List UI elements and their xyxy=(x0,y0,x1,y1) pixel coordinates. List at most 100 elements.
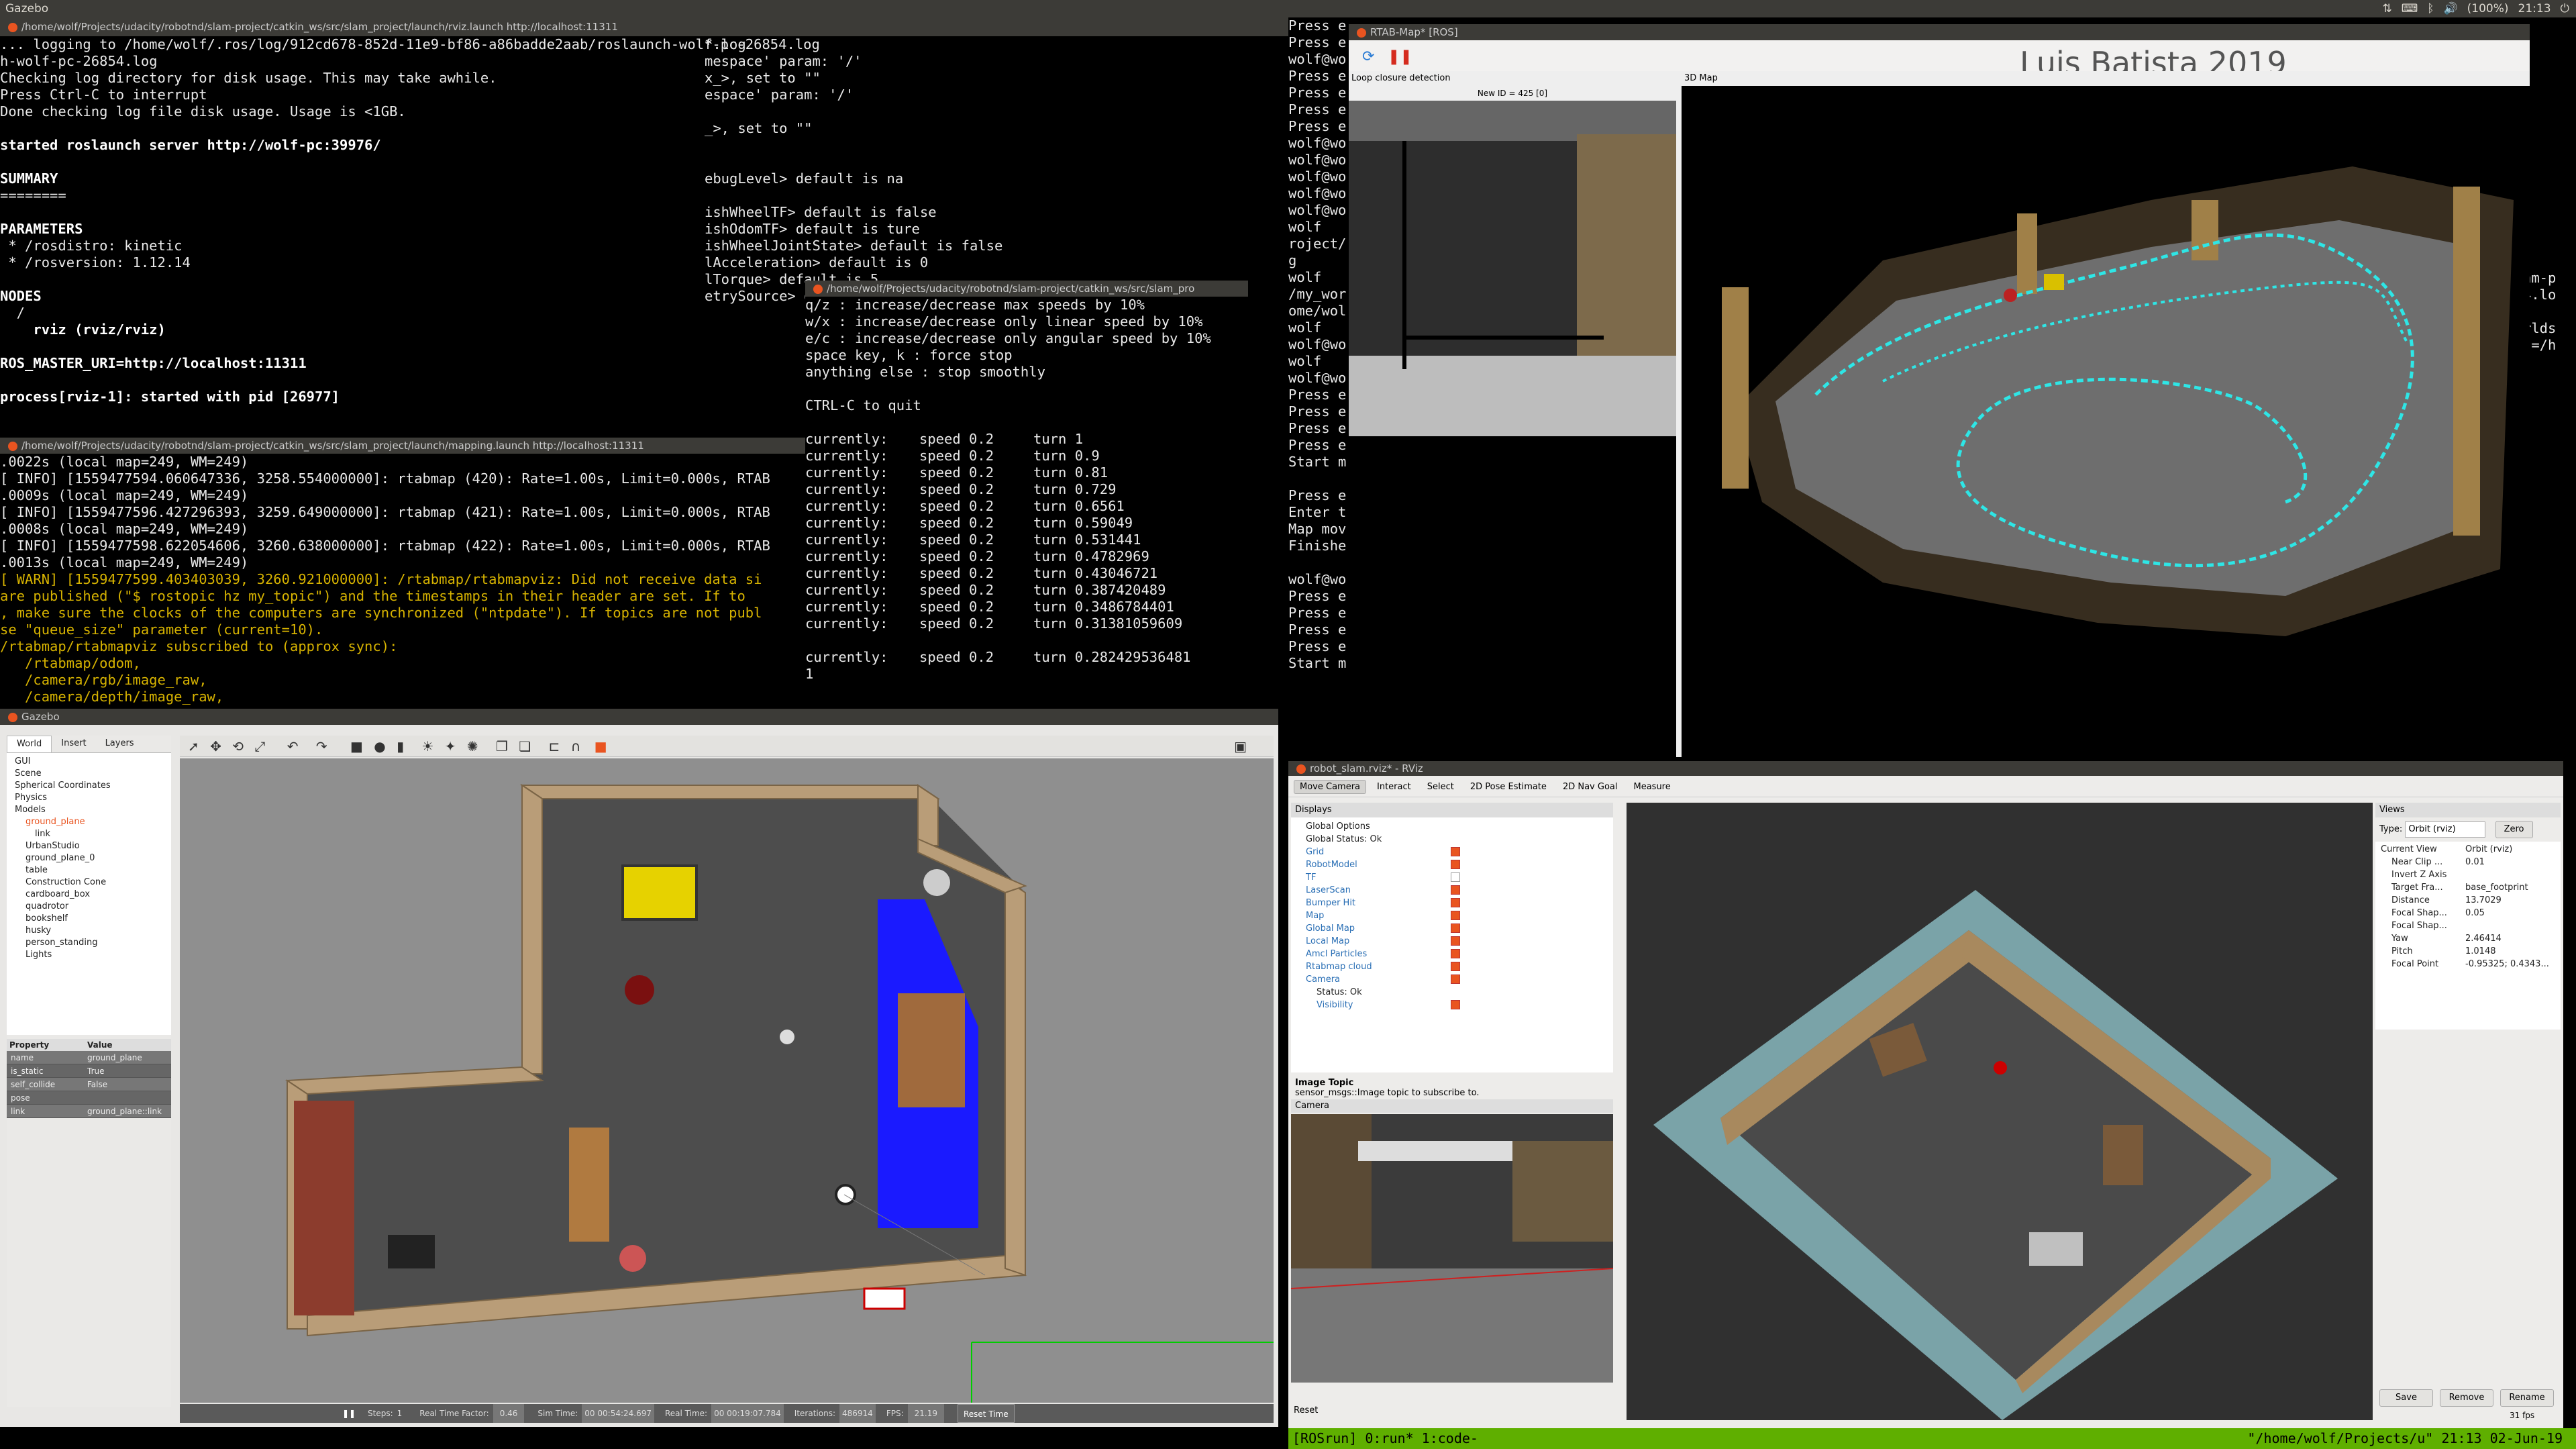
tree-item[interactable]: Construction Cone xyxy=(11,877,167,889)
close-icon[interactable] xyxy=(8,712,17,722)
display-checkbox[interactable] xyxy=(1451,962,1460,971)
terminal-2-titlebar[interactable]: /home/wolf/Projects/udacity/robotnd/slam… xyxy=(0,438,805,454)
displays-tree[interactable]: Global Options Global Status: Ok Grid Robot… xyxy=(1291,817,1613,1072)
reset-button[interactable]: Reset xyxy=(1291,1403,1358,1419)
spot-light-icon[interactable]: ✺ xyxy=(467,738,478,754)
view-property-row[interactable]: Current View Orbit (rviz) xyxy=(2378,843,2558,856)
tab-world[interactable]: World xyxy=(7,736,52,752)
close-icon[interactable] xyxy=(813,284,823,294)
view-property-row[interactable]: Yaw 2.46414 xyxy=(2378,932,2558,945)
views-tree[interactable]: Current View Orbit (rviz) Near Clip ... 0.0… xyxy=(2375,842,2561,1030)
scale-tool-icon[interactable]: ⤢ xyxy=(254,738,265,754)
teleop-terminal[interactable]: q/z : increase/decrease max speeds by 10… xyxy=(805,297,1248,707)
teleop-titlebar[interactable]: /home/wolf/Projects/udacity/robotnd/slam… xyxy=(805,281,1248,297)
zero-button[interactable]: Zero xyxy=(2495,821,2533,838)
snap-icon[interactable]: ∩ xyxy=(571,738,581,754)
bluetooth-icon[interactable]: ᛒ xyxy=(2427,0,2434,17)
tree-item[interactable]: Scene xyxy=(11,768,167,780)
property-row[interactable]: name ground_plane xyxy=(7,1051,171,1064)
pause-icon[interactable]: ❚❚ xyxy=(1388,48,1412,65)
construction-cone[interactable] xyxy=(619,1245,646,1272)
display-checkbox[interactable] xyxy=(1451,911,1460,920)
copy-icon[interactable]: ❐ xyxy=(496,738,508,754)
tool-measure[interactable]: Measure xyxy=(1628,781,1676,793)
tree-item[interactable]: Spherical Coordinates xyxy=(11,780,167,792)
align-icon[interactable]: ⊏ xyxy=(549,738,560,754)
display-item[interactable]: Map xyxy=(1296,909,1608,922)
view-property-row[interactable]: Invert Z Axis xyxy=(2378,868,2558,881)
pause-icon[interactable]: ❚❚ xyxy=(342,1404,356,1423)
tree-item[interactable]: Lights xyxy=(11,949,167,961)
rviz-3d-view[interactable] xyxy=(1627,803,2373,1420)
property-row[interactable]: self_collide False xyxy=(7,1078,171,1091)
view-property-row[interactable]: Distance 13.7029 xyxy=(2378,894,2558,907)
terminal-2[interactable]: .0022s (local map=249, WM=249)[ INFO] [1… xyxy=(0,454,805,707)
close-icon[interactable] xyxy=(1296,764,1306,774)
clock[interactable]: 21:13 xyxy=(2518,0,2551,17)
view-property-row[interactable]: Pitch 1.0148 xyxy=(2378,945,2558,958)
rtabmap-window[interactable]: RTAB-Map* [ROS] ⟳ ❚❚ Luis Batista 2019 L… xyxy=(1349,24,2530,757)
display-checkbox[interactable] xyxy=(1451,860,1460,869)
point-light-icon[interactable]: ✦ xyxy=(445,738,456,754)
splitter[interactable] xyxy=(1676,71,1682,757)
display-item[interactable]: TF xyxy=(1296,871,1608,884)
tree-item[interactable]: GUI xyxy=(11,756,167,768)
display-item[interactable]: RobotModel xyxy=(1296,858,1608,871)
terminal-1-titlebar[interactable]: /home/wolf/Projects/udacity/robotnd/slam… xyxy=(0,17,1288,36)
gazebo-3d-scene[interactable] xyxy=(180,758,1274,1403)
display-checkbox[interactable] xyxy=(1451,936,1460,946)
display-checkbox[interactable] xyxy=(1451,1000,1460,1009)
power-icon[interactable]: ⏻ xyxy=(2561,0,2569,17)
translate-tool-icon[interactable]: ✥ xyxy=(210,738,221,754)
display-checkbox[interactable] xyxy=(1451,885,1460,895)
view-property-row[interactable]: Target Fra... base_footprint xyxy=(2378,881,2558,894)
display-item[interactable]: Global Status: Ok xyxy=(1296,833,1608,846)
view-property-row[interactable]: Focal Shap... 0.05 xyxy=(2378,907,2558,919)
box-shape-icon[interactable]: ■ xyxy=(350,738,363,754)
close-icon[interactable] xyxy=(8,22,17,32)
property-row[interactable]: pose xyxy=(7,1091,171,1105)
robot-model[interactable] xyxy=(835,1184,856,1205)
cone-model[interactable] xyxy=(625,975,654,1005)
display-item[interactable]: Bumper Hit xyxy=(1296,897,1608,909)
tool-move-camera[interactable]: Move Camera xyxy=(1294,780,1367,794)
steps-value[interactable]: 1 xyxy=(397,1404,403,1423)
display-item[interactable]: Local Map xyxy=(1296,935,1608,948)
select-tool-icon[interactable]: ➚ xyxy=(188,738,199,754)
keyboard-icon[interactable]: ⌨ xyxy=(2402,0,2418,17)
tree-item[interactable]: ground_plane_0 xyxy=(11,852,167,864)
sun-light-icon[interactable]: ☀ xyxy=(421,738,433,754)
display-checkbox[interactable] xyxy=(1451,847,1460,856)
rviz-window[interactable]: robot_slam.rviz* - RViz Move Camera Inter… xyxy=(1288,761,2563,1428)
rtabmap-3d-view[interactable] xyxy=(1682,86,2530,757)
redo-icon[interactable]: ↷ xyxy=(316,738,327,754)
close-icon[interactable] xyxy=(1357,28,1366,38)
undo-icon[interactable]: ↶ xyxy=(287,738,299,754)
display-item[interactable]: LaserScan xyxy=(1296,884,1608,897)
volume-icon[interactable]: 🔊 xyxy=(2444,0,2458,17)
view-property-row[interactable]: Focal Shap... xyxy=(2378,919,2558,932)
tool-interact[interactable]: Interact xyxy=(1372,781,1416,793)
view-property-row[interactable]: Focal Point -0.95325; 0.4343... xyxy=(2378,958,2558,970)
cardboard-box-model[interactable] xyxy=(569,1128,609,1242)
tree-item[interactable]: table xyxy=(11,864,167,877)
network-icon[interactable]: ⇅ xyxy=(2383,0,2392,17)
view-rename-button[interactable]: Rename xyxy=(2500,1389,2554,1407)
screenshot-icon[interactable]: ▣ xyxy=(1234,736,1247,757)
refresh-icon[interactable]: ⟳ xyxy=(1362,48,1374,65)
display-item[interactable]: Global Options xyxy=(1296,820,1608,833)
view-type-select[interactable]: Orbit (rviz) xyxy=(2405,821,2486,838)
display-checkbox[interactable] xyxy=(1451,898,1460,907)
table-model[interactable] xyxy=(898,993,965,1107)
display-checkbox[interactable] xyxy=(1451,975,1460,984)
display-item[interactable]: Amcl Particles xyxy=(1296,948,1608,960)
tree-item[interactable]: link xyxy=(11,828,167,840)
world-tree[interactable]: GUI Scene Spherical Coordinates Physics Mode… xyxy=(7,753,171,1035)
gazebo-window[interactable]: Gazebo World Insert Layers GUI Scene Spheric… xyxy=(0,709,1278,1427)
reset-time-button[interactable]: Reset Time xyxy=(957,1404,1015,1423)
display-checkbox[interactable] xyxy=(1451,923,1460,933)
property-row[interactable]: is_static True xyxy=(7,1064,171,1078)
properties-table[interactable]: name ground_plane is_static True self_collid… xyxy=(7,1051,171,1118)
tree-item[interactable]: cardboard_box xyxy=(11,889,167,901)
bookshelf-model[interactable] xyxy=(388,1235,435,1268)
